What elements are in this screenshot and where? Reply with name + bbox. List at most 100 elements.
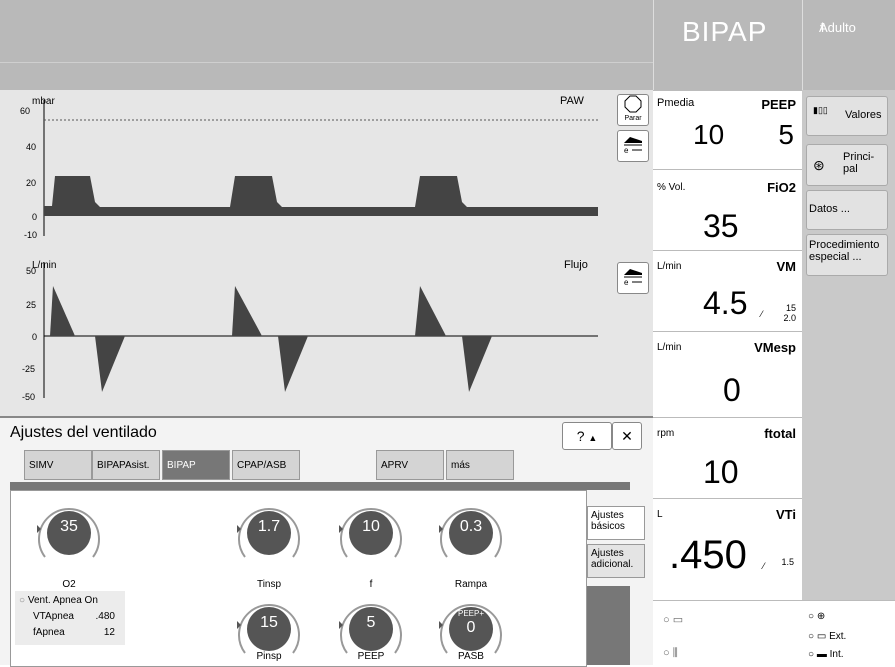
mode-label: BIPAP bbox=[682, 16, 768, 47]
octagon-icon bbox=[624, 95, 642, 113]
fio2-label: FiO2 bbox=[767, 180, 796, 195]
paw-tick: 60 bbox=[20, 106, 30, 116]
ftotal-value: 10 bbox=[703, 454, 739, 490]
close-icon: ✕ bbox=[621, 428, 633, 444]
battery-ext-icon: ○ ▭ bbox=[808, 631, 827, 642]
graph-settings-icon: e bbox=[624, 269, 642, 287]
stop-button[interactable]: Parar bbox=[617, 94, 649, 126]
vti-box: L VTi .450 ⁄ 1.5 bbox=[653, 498, 802, 601]
vti-value: .450 bbox=[669, 533, 747, 577]
tab-bipap-asist[interactable]: BIPAPAsist. bbox=[92, 450, 160, 480]
fio2-box: % Vol. FiO2 35 bbox=[653, 169, 802, 250]
right-menu: ▮▯▯ Valores ⊛ Princi- pal Datos ... Proc… bbox=[802, 90, 895, 663]
patient-subheader bbox=[802, 62, 895, 90]
alarm-icon: ⁄ bbox=[761, 309, 763, 319]
waveform-area: mbar PAW 60 40 20 0 -10 L/min Flujo 50 2… bbox=[0, 90, 611, 416]
vmesp-box: L/min VMesp 0 bbox=[653, 331, 802, 417]
paw-tick: -10 bbox=[24, 230, 37, 240]
rampa-label: Rampa bbox=[454, 579, 488, 590]
help-collapse-button[interactable]: ? ▲ bbox=[562, 422, 612, 450]
tinsp-value: 1.7 bbox=[257, 518, 281, 535]
paw-graph-settings-button[interactable]: e bbox=[617, 130, 649, 162]
vmesp-label: VMesp bbox=[754, 340, 796, 355]
flow-curve-exp-2 bbox=[278, 336, 308, 392]
peep-setting-value: 5 bbox=[366, 614, 376, 631]
flow-tick: 50 bbox=[26, 266, 36, 276]
principal-button[interactable]: ⊛ Princi- pal bbox=[806, 144, 888, 186]
mode-subheader bbox=[653, 62, 803, 90]
fio2-unit: % Vol. bbox=[657, 182, 686, 193]
close-button[interactable]: ✕ bbox=[612, 422, 642, 450]
apnea-ventilation-box[interactable]: ○ Vent. Apnea On VTApnea .480 fApnea 12 bbox=[15, 591, 125, 645]
vti-unit: L bbox=[657, 509, 663, 520]
valores-button[interactable]: ▮▯▯ Valores bbox=[806, 96, 888, 136]
paw-tick: 40 bbox=[26, 142, 36, 152]
vti-label: VTi bbox=[776, 507, 796, 522]
paw-tick: 0 bbox=[32, 212, 37, 222]
battery-int-label: Int. bbox=[829, 649, 844, 660]
power-strip: ○ ⊕ ○ ▭ Ext. ○ ▬ Int. bbox=[802, 600, 895, 664]
vm-value: 4.5 bbox=[703, 285, 748, 321]
flow-curve-insp-1 bbox=[50, 286, 75, 336]
waveform-svg: mbar PAW 60 40 20 0 -10 L/min Flujo 50 2… bbox=[20, 95, 598, 402]
battery-int-icon: ○ ▬ bbox=[808, 649, 827, 660]
tab-ajustes-basicos[interactable]: Ajustes básicos bbox=[587, 506, 645, 540]
vm-box: L/min VM 4.5 ⁄ 15 2.0 bbox=[653, 250, 802, 331]
tinsp-label: Tinsp bbox=[256, 579, 282, 590]
flow-tick: -50 bbox=[22, 392, 35, 402]
f-value: 10 bbox=[362, 518, 380, 535]
humidifier-icon: ○ ▭ bbox=[663, 614, 684, 626]
tab-cpap-asb[interactable]: CPAP/ASB bbox=[232, 450, 300, 480]
tab-bipap[interactable]: BIPAP bbox=[162, 450, 230, 480]
flow-curve-insp-2 bbox=[232, 286, 262, 336]
graph-settings-icon: e bbox=[624, 137, 642, 155]
patient-header[interactable]: ☨ Adulto bbox=[802, 0, 895, 62]
tab-underline bbox=[10, 482, 630, 490]
vti-alarm: 1.5 bbox=[781, 557, 794, 567]
parameter-column: Pmedia PEEP 10 5 % Vol. FiO2 35 L/min VM… bbox=[653, 90, 802, 663]
flow-curve-insp-3 bbox=[415, 286, 446, 336]
svg-text:e: e bbox=[624, 146, 629, 155]
tab-aprv[interactable]: APRV bbox=[376, 450, 444, 480]
o2-label: O2 bbox=[62, 579, 76, 590]
sub-header-bar bbox=[0, 62, 653, 92]
flow-tick: -25 bbox=[22, 364, 35, 374]
dialog-title: Ajustes del ventilado bbox=[10, 424, 157, 441]
top-header-bar bbox=[0, 0, 653, 62]
alarm-icon: ⁄ bbox=[763, 561, 765, 571]
ftotal-unit: rpm bbox=[657, 428, 675, 439]
pasb-value: 0 bbox=[466, 619, 476, 636]
o2-value: 35 bbox=[60, 518, 78, 535]
flow-curve-exp-3 bbox=[462, 336, 492, 392]
peep-setting-label: PEEP bbox=[357, 651, 385, 662]
pmedia-label: Pmedia bbox=[657, 97, 695, 109]
ftotal-box: rpm ftotal 10 bbox=[653, 417, 802, 498]
status-strip: ○ ▭ ○ ⫼ bbox=[653, 600, 802, 664]
f-apnea-label: fApnea bbox=[33, 627, 65, 638]
pinsp-label: Pinsp bbox=[256, 651, 282, 662]
flow-tick: 0 bbox=[32, 332, 37, 342]
f-label: f bbox=[369, 579, 373, 590]
paw-tick: 20 bbox=[26, 178, 36, 188]
procedimiento-button[interactable]: Procedimiento especial ... bbox=[806, 234, 888, 276]
tab-mas[interactable]: más bbox=[446, 450, 514, 480]
pinsp-value: 15 bbox=[260, 614, 278, 631]
radio-icon: ○ bbox=[19, 595, 26, 606]
nebulizer-icon: ○ ⫼ bbox=[663, 647, 678, 659]
battery-ext-label: Ext. bbox=[829, 631, 847, 642]
vm-label: VM bbox=[776, 259, 797, 274]
tab-simv[interactable]: SIMV bbox=[24, 450, 92, 480]
mode-tabs: SIMV BIPAPAsist. BIPAP CPAP/ASB APRV más bbox=[0, 448, 653, 482]
ftotal-label: ftotal bbox=[764, 426, 796, 441]
vt-apnea-label: VTApnea bbox=[33, 611, 74, 622]
svg-text:e: e bbox=[624, 278, 629, 287]
pasb-top-label: PEEP+ bbox=[457, 609, 484, 618]
tab-ajustes-adicionales[interactable]: Ajustes adicional. bbox=[587, 544, 645, 578]
paw-label: PAW bbox=[560, 95, 584, 107]
stop-label: Parar bbox=[624, 115, 642, 122]
vm-unit: L/min bbox=[657, 261, 682, 272]
flow-graph-settings-button[interactable]: e bbox=[617, 262, 649, 294]
patient-type: Adulto bbox=[819, 20, 856, 35]
flow-label: Flujo bbox=[564, 259, 588, 271]
datos-button[interactable]: Datos ... bbox=[806, 190, 888, 230]
